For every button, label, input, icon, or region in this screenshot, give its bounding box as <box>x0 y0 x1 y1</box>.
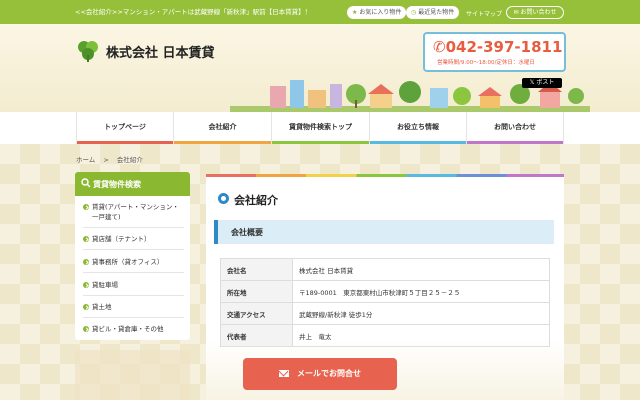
top-bar: <<会社紹介>>マンション・アパートは武蔵野線「新秋津」駅前【日本賃貸】！ ★ お… <box>0 0 640 24</box>
nav-rental-search[interactable]: 賃貸物件検索トップ <box>271 112 369 144</box>
sidebar-item-land[interactable]: 貸土地 <box>83 302 184 318</box>
breadcrumb: ホーム > 会社紹介 <box>76 154 143 164</box>
sitemap-link[interactable]: サイトマップ <box>466 9 502 18</box>
business-hours: 営業時間/9:00〜18:00/定休日：水曜日 <box>437 60 535 66</box>
sidebar-item-building[interactable]: 貸ビル・貸倉庫・その他 <box>83 324 184 338</box>
search-icon <box>81 178 91 188</box>
global-nav: トップページ 会社紹介 賃貸物件検索トップ お役立ち情報 お問い合わせ <box>0 112 640 144</box>
sidebar-item-store[interactable]: 貸店舗（テナント） <box>83 234 184 250</box>
favorites-button[interactable]: ★ お気に入り物件 <box>347 6 407 19</box>
star-icon: ★ <box>352 9 358 16</box>
phone-box[interactable]: ✆042-397-1811 営業時間/9:00〜18:00/定休日：水曜日 <box>423 32 566 72</box>
sidebar-title: 賃貸物件検索 <box>93 180 141 189</box>
chevron-right-icon <box>83 326 89 332</box>
sidebar-header: 賃貸物件検索 <box>75 172 190 196</box>
recently-viewed-button[interactable]: ◷ 最近見た物件 <box>406 6 460 19</box>
sidebar-search-panel: 賃貸物件検索 賃貸(アパート・マンション・一戸建て) 貸店舗（テナント） 貸事務… <box>75 172 190 340</box>
breadcrumb-separator: > <box>103 156 109 164</box>
chevron-right-icon <box>83 204 89 210</box>
nav-contact[interactable]: お問い合わせ <box>466 112 564 144</box>
mail-contact-button[interactable]: メールでお問合せ <box>243 358 397 390</box>
mail-icon: ✉ <box>513 9 519 16</box>
history-icon: ◷ <box>411 9 417 16</box>
envelope-icon <box>279 370 289 377</box>
ring-bullet-icon <box>218 193 229 204</box>
phone-icon: ✆ <box>433 38 446 56</box>
phone-number: ✆042-397-1811 <box>433 38 563 56</box>
table-row: 交通アクセス 武蔵野線/新秋津 徒歩1分 <box>220 302 550 325</box>
breadcrumb-home[interactable]: ホーム <box>76 156 95 164</box>
nav-company[interactable]: 会社紹介 <box>173 112 271 144</box>
x-post-button[interactable]: 𝕏 ポスト <box>522 78 562 88</box>
table-row: 所在地 〒189-0001 東京都東村山市秋津町５丁目２５－２５ <box>220 280 550 303</box>
chevron-right-icon <box>83 282 89 288</box>
company-info-table: 会社名 株式会社 日本賃貸 所在地 〒189-0001 東京都東村山市秋津町５丁目２… <box>220 258 550 347</box>
sidebar-item-parking[interactable]: 貸駐車場 <box>83 280 184 296</box>
site-tagline: <<会社紹介>>マンション・アパートは武蔵野線「新秋津」駅前【日本賃貸】！ <box>75 8 312 16</box>
table-row: 会社名 株式会社 日本賃貸 <box>220 258 550 281</box>
chevron-right-icon <box>83 259 89 265</box>
x-icon: 𝕏 <box>529 79 535 86</box>
chevron-right-icon <box>83 236 89 242</box>
page-title: 会社紹介 <box>234 194 278 207</box>
nav-useful-info[interactable]: お役立ち情報 <box>369 112 466 144</box>
breadcrumb-current: 会社紹介 <box>116 156 143 164</box>
company-logo-text[interactable]: 株式会社 日本賃貸 <box>106 42 215 61</box>
nav-top[interactable]: トップページ <box>76 112 173 144</box>
section-heading: 会社概要 <box>214 220 554 244</box>
rainbow-divider <box>206 174 564 177</box>
sidebar-item-office[interactable]: 貸事務所（貸オフィス） <box>83 257 184 273</box>
chevron-right-icon <box>83 304 89 310</box>
clover-logo-icon[interactable] <box>76 38 100 62</box>
sidebar-secondary-panel <box>75 350 190 400</box>
sidebar-item-apartment[interactable]: 賃貸(アパート・マンション・一戸建て) <box>83 202 184 228</box>
contact-pill-button[interactable]: ✉ お問い合わせ <box>506 6 564 19</box>
